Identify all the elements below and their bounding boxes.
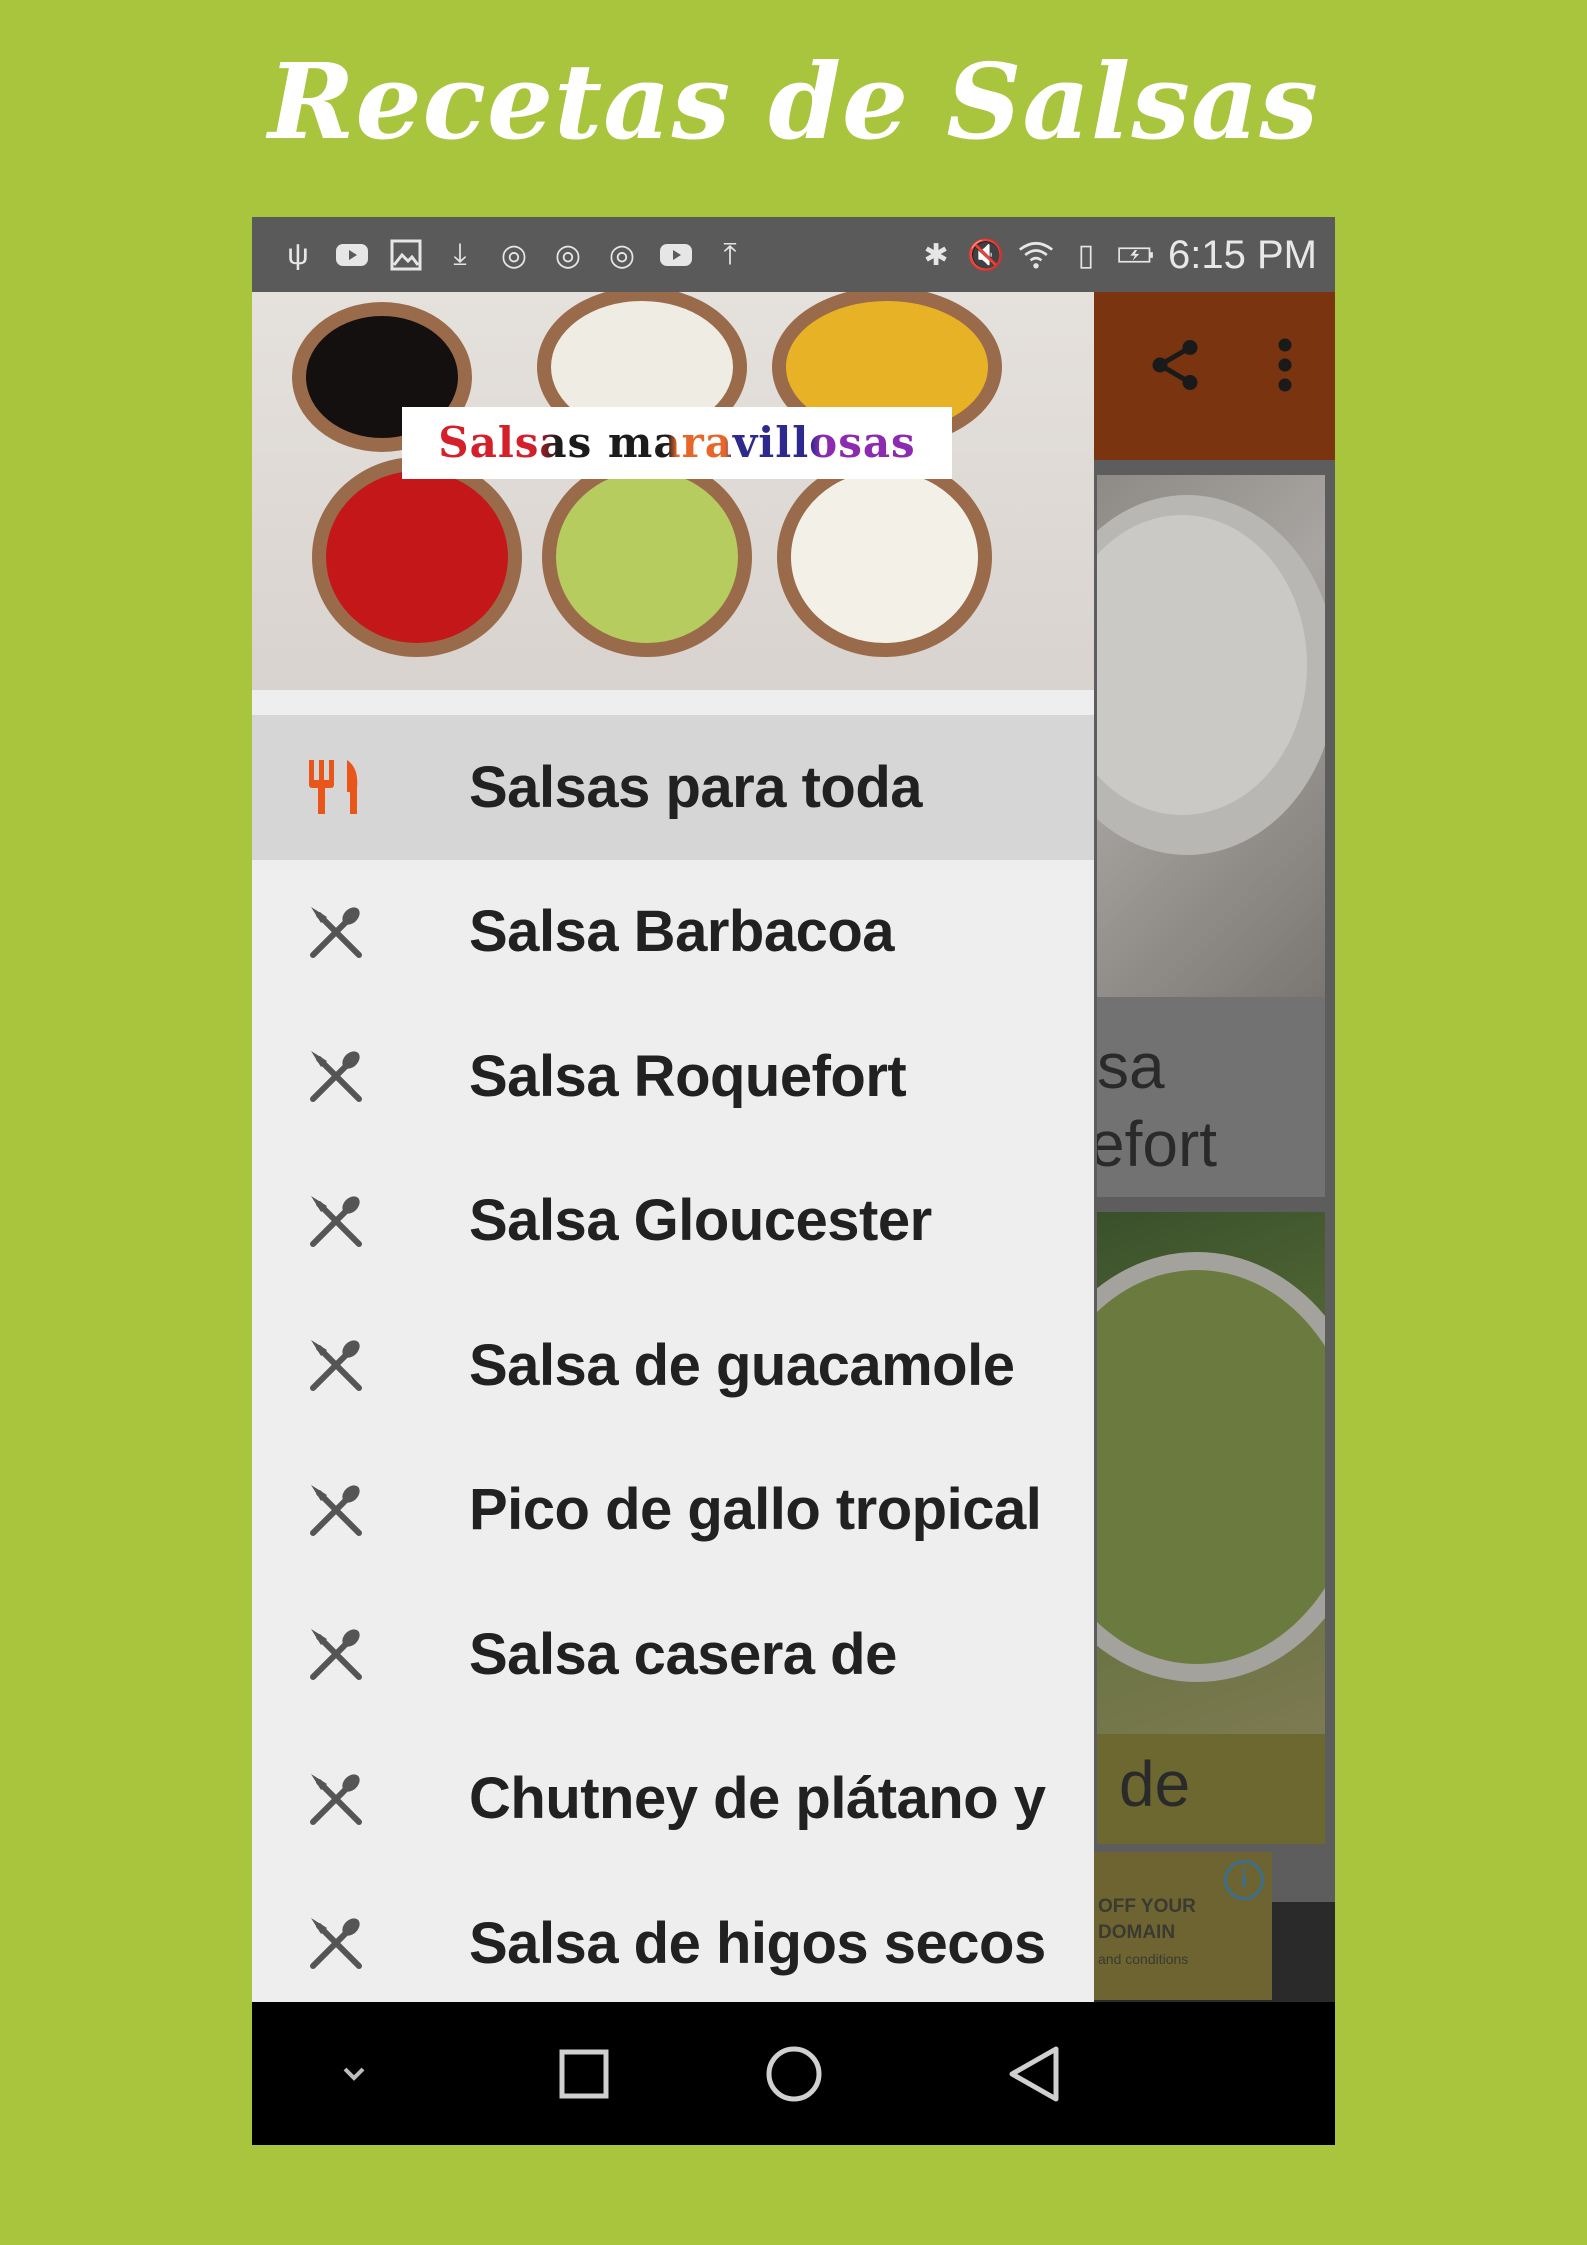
menu-item-label: Salsa casera de (469, 1621, 897, 1687)
status-bar: ψ ⤓ ◎ ◎ ◎ ⤒ ✱ 🔇 ▯ 6:15 PM (252, 217, 1335, 292)
menu-item-salsa-gloucester[interactable]: Salsa Gloucester (252, 1149, 1094, 1294)
home-button-icon[interactable] (762, 2042, 826, 2106)
drawer-menu: Salsas para toda Salsa Barbacoa Salsa Ro… (252, 715, 1094, 2002)
spoon-knife-icon (307, 1192, 365, 1250)
spoon-knife-icon (307, 903, 365, 961)
wifi-icon (1018, 237, 1054, 273)
hide-keyboard-icon[interactable] (322, 2042, 386, 2106)
menu-item-salsa-barbacoa[interactable]: Salsa Barbacoa (252, 860, 1094, 1005)
menu-item-salsas-para-toda[interactable]: Salsas para toda (252, 715, 1094, 860)
menu-item-salsa-de-higos-secos[interactable]: Salsa de higos secos (252, 1871, 1094, 2002)
menu-item-label: Salsa Roquefort (469, 1043, 907, 1109)
ad-text: DOMAIN (1098, 1922, 1176, 1943)
menu-item-salsa-roquefort[interactable]: Salsa Roquefort (252, 1004, 1094, 1149)
mute-icon: 🔇 (967, 238, 1005, 272)
back-button-icon[interactable] (1002, 2042, 1066, 2106)
spoon-knife-icon (307, 1047, 365, 1105)
youtube-icon (334, 237, 370, 273)
recipe-card-title-line: sa (1097, 1030, 1165, 1102)
image-icon (388, 237, 424, 273)
chrome-icon: ◎ (554, 238, 582, 272)
drawer-header-image: Salsas maravillosas (252, 292, 1094, 690)
youtube-icon (658, 237, 694, 273)
system-status: ✱ 🔇 ▯ 6:15 PM (918, 231, 1317, 279)
fork-knife-icon (307, 758, 365, 816)
notification-icons: ψ ⤓ ◎ ◎ ◎ ⤒ (280, 231, 748, 279)
menu-item-label: Salsa de higos secos (469, 1910, 1046, 1976)
chrome-icon: ◎ (500, 238, 528, 272)
battery-icon (1118, 237, 1154, 273)
menu-item-pico-de-gallo-tropical[interactable]: Pico de gallo tropical (252, 1438, 1094, 1583)
bluetooth-icon: ✱ (923, 238, 949, 272)
info-icon[interactable]: i (1224, 1860, 1264, 1900)
recipe-card-title[interactable]: de (1097, 1734, 1325, 1844)
phone-screen: sa efort de i OFF YOUR DOMAIN and condit… (252, 217, 1335, 2145)
menu-item-label: Salsas para toda (469, 754, 923, 820)
menu-item-label: Chutney de plátano y (469, 1766, 1046, 1832)
ad-text: and conditions (1098, 1951, 1189, 1967)
menu-item-label: Salsa Gloucester (469, 1188, 932, 1254)
menu-item-salsa-de-guacamole[interactable]: Salsa de guacamole (252, 1293, 1094, 1438)
usb-icon: ψ (287, 238, 309, 271)
spoon-knife-icon (307, 1770, 365, 1828)
menu-item-label: Salsa Barbacoa (469, 899, 895, 965)
recipe-card-title[interactable]: sa efort (1097, 997, 1325, 1197)
menu-item-label: Salsa de guacamole (469, 1332, 1015, 1398)
chrome-icon: ◎ (608, 238, 636, 272)
recipe-card-title-line: efort (1097, 1108, 1218, 1180)
recipe-card-image[interactable] (1097, 1212, 1325, 1734)
app-bar-actions (1145, 335, 1295, 400)
share-icon[interactable] (1145, 335, 1205, 400)
recipe-card-image[interactable] (1097, 475, 1325, 997)
menu-item-chutney-de-platano[interactable]: Chutney de plátano y (252, 1727, 1094, 1872)
spoon-knife-icon (307, 1914, 365, 1972)
menu-item-label: Pico de gallo tropical (469, 1477, 1042, 1543)
spoon-knife-icon (307, 1481, 365, 1539)
ad-banner[interactable]: i OFF YOUR DOMAIN and conditions (1092, 1852, 1272, 2000)
clock: 6:15 PM (1168, 232, 1317, 277)
sim-icon: ▯ (1077, 238, 1095, 272)
recipe-card-title-line: de (1119, 1748, 1191, 1820)
overflow-menu-icon[interactable] (1275, 335, 1295, 400)
navigation-drawer: Salsas maravillosas Salsas para toda Sal… (252, 292, 1094, 2002)
download-icon: ⤓ (453, 238, 467, 271)
drawer-header-title: Salsas maravillosas (402, 407, 952, 479)
system-navigation-bar (252, 2002, 1335, 2145)
menu-item-salsa-casera-de[interactable]: Salsa casera de (252, 1582, 1094, 1727)
drawer-header-title-text: Salsas maravillosas (438, 418, 916, 467)
upload-icon: ⤒ (723, 238, 737, 271)
spoon-knife-icon (307, 1336, 365, 1394)
recents-button-icon[interactable] (552, 2042, 616, 2106)
promo-title: Recetas de Salsas (268, 40, 1319, 163)
spoon-knife-icon (307, 1625, 365, 1683)
